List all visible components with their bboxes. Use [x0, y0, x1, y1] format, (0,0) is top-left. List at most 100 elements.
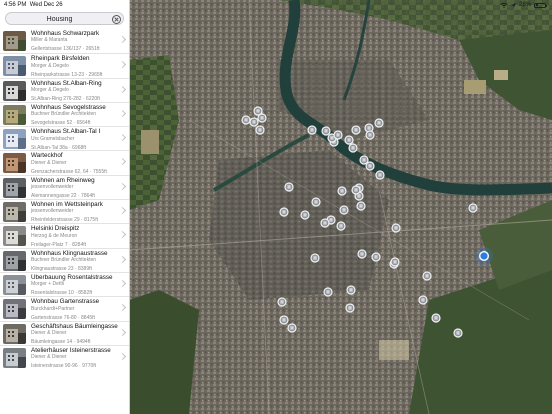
map-pin[interactable] — [418, 295, 428, 305]
building-thumbnail — [3, 153, 26, 174]
item-architect: Miller & Maranta — [31, 37, 68, 44]
clear-search-icon[interactable] — [112, 14, 121, 24]
map-pin[interactable] — [357, 249, 367, 259]
map-pin[interactable] — [374, 118, 384, 128]
status-right: 28% — [500, 0, 548, 10]
map-pin[interactable] — [284, 182, 294, 192]
building-thumbnail — [3, 323, 26, 344]
list-item[interactable]: Helsinki Dreispitz Herzog & de Meuron Frei… — [0, 223, 129, 248]
map-pin[interactable] — [279, 207, 289, 217]
chevron-right-icon — [118, 35, 127, 44]
building-thumbnail — [3, 177, 26, 198]
map-pin[interactable] — [277, 297, 287, 307]
map-pin[interactable] — [339, 205, 349, 215]
map-pin[interactable] — [390, 257, 400, 267]
list-item[interactable]: Wohnhaus St.Alban-Tal I Urs Gramelsbacher… — [0, 126, 129, 151]
building-thumbnail — [3, 80, 26, 101]
map-pin[interactable] — [336, 221, 346, 231]
item-architect: Herzog & de Meuron — [31, 232, 78, 239]
list-item[interactable]: Wohnhaus Klingnaustrasse Buchner Bründler… — [0, 247, 129, 272]
building-thumbnail — [3, 104, 26, 125]
search-input[interactable] — [10, 13, 109, 25]
map-canvas[interactable] — [129, 0, 552, 414]
map-pin[interactable] — [391, 223, 401, 233]
building-thumbnail — [3, 299, 26, 320]
list-item[interactable]: Geschäftshaus Bäumleingasse Diener & Dien… — [0, 320, 129, 345]
list-item[interactable]: Atelierhäuser Isteinerstrasse Diener & Di… — [0, 344, 129, 369]
satellite-map[interactable] — [129, 0, 552, 414]
map-pin[interactable] — [351, 125, 361, 135]
map-pin[interactable] — [320, 218, 330, 228]
list-item[interactable]: Wohnbau Gartenstrasse Burckhardt+Partner G… — [0, 296, 129, 321]
item-title: Helsinki Dreispitz — [31, 225, 80, 233]
item-architect: Diener & Diener — [31, 329, 67, 336]
map-pin[interactable] — [249, 117, 259, 127]
map-pin[interactable] — [300, 210, 310, 220]
building-thumbnail — [3, 31, 26, 51]
user-location-marker[interactable] — [475, 247, 493, 265]
building-thumbnail — [3, 129, 26, 150]
list-item[interactable]: Rheinpark Birsfelden Morger & Degelo Rhein… — [0, 53, 129, 78]
map-pin[interactable] — [344, 135, 354, 145]
chevron-right-icon — [118, 182, 127, 190]
item-title: Wohnhaus Schwarzpark — [31, 30, 100, 37]
map-pin[interactable] — [310, 253, 320, 263]
list-item[interactable]: Wohnhaus Sevogelstrasse Buchner Bründler … — [0, 101, 129, 126]
map-pin[interactable] — [323, 287, 333, 297]
map-pin[interactable] — [307, 125, 317, 135]
map-pin[interactable] — [431, 313, 441, 323]
map-pin[interactable] — [348, 143, 358, 153]
building-thumbnail — [3, 250, 26, 271]
map-pin[interactable] — [337, 186, 347, 196]
chevron-right-icon — [118, 231, 127, 239]
map-pin[interactable] — [351, 185, 361, 195]
location-arrow-icon — [510, 2, 516, 8]
map-pin[interactable] — [365, 130, 375, 140]
map-pin[interactable] — [365, 161, 375, 171]
chevron-right-icon — [118, 207, 127, 215]
map-pin[interactable] — [453, 328, 463, 338]
chevron-right-icon — [118, 255, 127, 263]
list-item[interactable]: Warteckhof Diener & Diener Grenzacherstras… — [0, 150, 129, 175]
map-pin[interactable] — [279, 315, 289, 325]
map-pin[interactable] — [321, 126, 331, 136]
map-pin[interactable] — [287, 323, 297, 333]
map-pin[interactable] — [255, 125, 265, 135]
list-item[interactable]: Wohnhaus St.Alban-Ring Morger & Degelo St.… — [0, 77, 129, 102]
map-pin[interactable] — [468, 203, 478, 213]
map-pin[interactable] — [371, 252, 381, 262]
item-title: Rheinpark Birsfelden — [31, 55, 90, 63]
map-pin[interactable] — [346, 285, 356, 295]
item-title: Wohnhaus Klingnaustrasse — [31, 249, 108, 257]
item-architect: Diener & Diener — [31, 354, 67, 361]
chevron-right-icon — [118, 304, 127, 312]
item-title: Wohnbau Gartenstrasse — [31, 298, 100, 306]
item-address-distance: Gellertstrasse 136/137 · 2651ft — [31, 46, 100, 53]
chevron-right-icon — [118, 158, 127, 166]
item-title: Atelierhäuser Isteinerstrasse — [31, 346, 111, 354]
status-time-date: 4:56 PM Wed Dec 26 — [4, 0, 63, 10]
item-architect: jessenvollenweider — [31, 184, 74, 191]
item-title: Wohnen am Rheinweg — [31, 176, 95, 184]
list-item[interactable]: Wohnen im Wettsteinpark jessenvollenweide… — [0, 199, 129, 223]
chevron-right-icon — [118, 109, 127, 117]
item-architect: Urs Gramelsbacher — [31, 135, 75, 142]
map-pin[interactable] — [311, 197, 321, 207]
map-pin[interactable] — [422, 271, 432, 281]
list-item[interactable]: Wohnen am Rheinweg jessenvollenweider Alem… — [0, 174, 129, 199]
search-bar — [5, 12, 124, 25]
item-architect: Burckhardt+Partner — [31, 305, 75, 312]
map-pin[interactable] — [241, 115, 251, 125]
list-item[interactable]: Wohnhaus Schwarzpark Miller & Maranta Gell… — [0, 29, 129, 53]
map-pin[interactable] — [356, 201, 366, 211]
item-title: Warteckhof — [31, 152, 63, 160]
wifi-icon — [500, 2, 508, 8]
chevron-right-icon — [118, 85, 127, 93]
chevron-right-icon — [118, 279, 127, 288]
map-pin[interactable] — [345, 303, 355, 313]
list-item[interactable]: Überbauung Rosentalstrasse Morger + Dettl… — [0, 271, 129, 296]
item-architect: Morger & Degelo — [31, 87, 69, 93]
map-pin[interactable] — [375, 170, 385, 180]
map-pin[interactable] — [333, 130, 343, 140]
map-pin[interactable] — [257, 113, 267, 123]
